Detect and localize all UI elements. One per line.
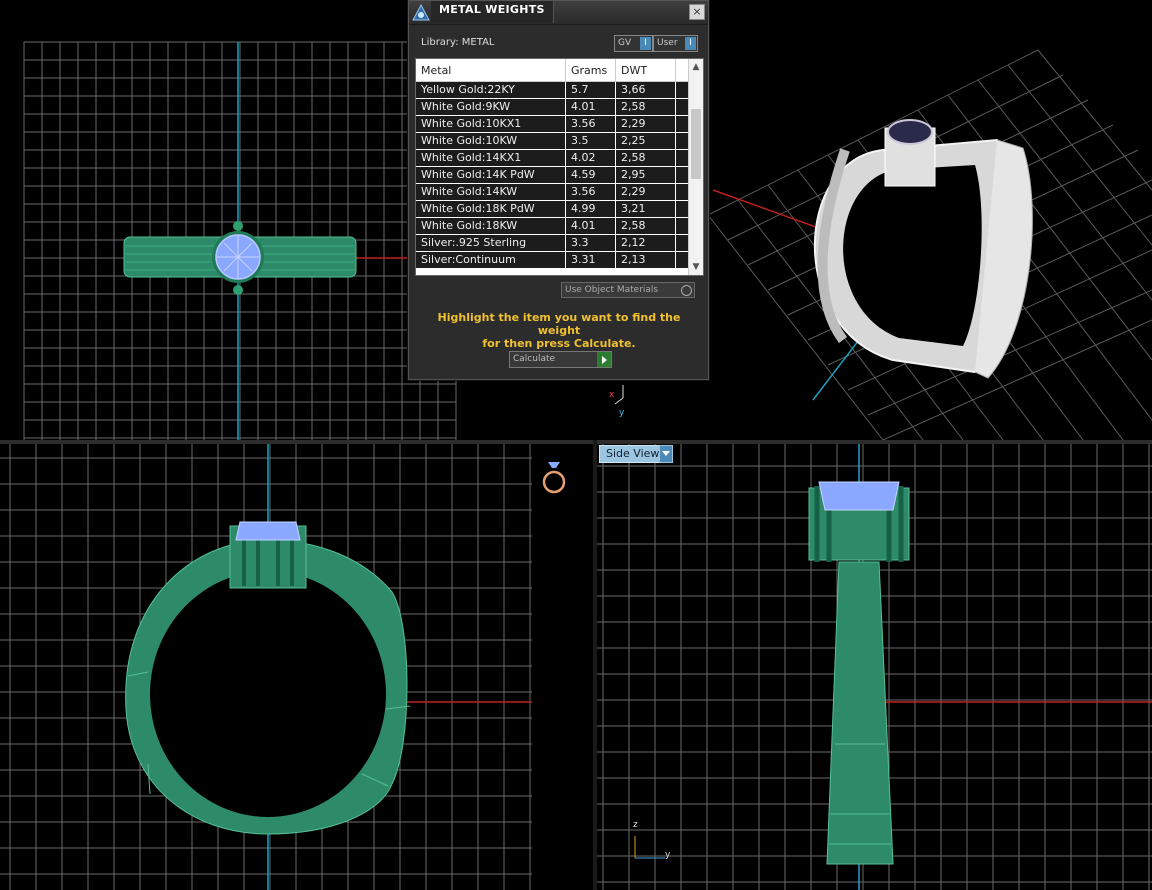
close-button[interactable]: ×: [689, 4, 705, 20]
side-axis-tripod: [634, 836, 665, 859]
calculate-label: Calculate: [513, 354, 556, 364]
cell-dwt: 2,25: [621, 134, 646, 147]
viewport-front-canvas: [0, 444, 532, 890]
cell-metal: White Gold:14K PdW: [421, 168, 535, 181]
gv-toggle-label: GV: [618, 38, 632, 48]
table-row[interactable]: Silver:Continuum 3.31 2,13: [416, 252, 689, 268]
table-row[interactable]: Silver:.925 Sterling 3.3 2,12: [416, 235, 689, 251]
instruction-line-2: for then press Calculate.: [482, 337, 636, 350]
cell-dwt: 2,29: [621, 185, 646, 198]
metal-table[interactable]: Metal Grams DWT Yellow Gold:22KY 5.7 3,66 …: [415, 58, 704, 276]
gv-toggle[interactable]: GV I: [614, 35, 653, 52]
viewport-splitter-vertical[interactable]: [593, 440, 597, 890]
cell-metal: White Gold:10KX1: [421, 117, 522, 130]
front-ring: [125, 521, 411, 835]
ring-thumbnail-icon: [542, 462, 566, 494]
cell-dwt: 2,58: [621, 151, 646, 164]
calculate-button[interactable]: Calculate: [509, 351, 612, 368]
cell-metal: Yellow Gold:22KY: [421, 83, 515, 96]
cell-metal: Silver:Continuum: [421, 253, 516, 266]
table-row[interactable]: White Gold:10KX1 3.56 2,29: [416, 116, 689, 132]
gv-toggle-knob: I: [640, 37, 651, 50]
cell-metal: White Gold:9KW: [421, 100, 511, 113]
side-axis-y-label: y: [665, 850, 671, 860]
side-ring: [808, 481, 910, 865]
cell-dwt: 2,58: [621, 100, 646, 113]
cell-grams: 4.02: [571, 151, 596, 164]
cell-dwt: 2,13: [621, 253, 646, 266]
table-row[interactable]: White Gold:9KW 4.01 2,58: [416, 99, 689, 115]
table-row[interactable]: White Gold:14KW 3.56 2,29: [416, 184, 689, 200]
instruction-line-1: Highlight the item you want to find the …: [437, 311, 681, 337]
viewport-front[interactable]: [0, 444, 593, 890]
side-axis-z-label: z: [633, 820, 638, 830]
persp-axis-x-label: x: [609, 390, 615, 400]
persp-ring: [813, 119, 1033, 379]
user-toggle-label: User: [657, 38, 678, 48]
cell-grams: 4.01: [571, 100, 596, 113]
instruction-text: Highlight the item you want to find the …: [423, 311, 695, 350]
table-row[interactable]: Yellow Gold:22KY 5.7 3,66: [416, 82, 689, 98]
use-object-materials-label: Use Object Materials: [565, 285, 659, 295]
scroll-up-icon[interactable]: ▲: [689, 60, 703, 74]
metal-table-header: Metal Grams DWT: [416, 59, 689, 82]
use-object-materials-toggle[interactable]: Use Object Materials: [561, 282, 695, 298]
cell-dwt: 2,95: [621, 168, 646, 181]
play-arrow-icon: [597, 352, 611, 367]
metal-weights-dialog: METAL WEIGHTS × Library: METAL GV I User…: [408, 0, 709, 380]
scroll-down-icon[interactable]: ▼: [689, 260, 703, 274]
cell-grams: 4.59: [571, 168, 596, 181]
triangle-logo-icon: [412, 3, 430, 21]
cell-metal: White Gold:18K PdW: [421, 202, 535, 215]
cell-grams: 5.7: [571, 83, 589, 96]
scroll-thumb[interactable]: [691, 109, 701, 179]
column-header-dwt[interactable]: DWT: [621, 64, 647, 77]
table-scrollbar[interactable]: ▲ ▼: [688, 59, 703, 275]
cell-dwt: 2,29: [621, 117, 646, 130]
viewport-side[interactable]: Side View z y: [597, 444, 1152, 890]
cell-dwt: 3,66: [621, 83, 646, 96]
table-row[interactable]: White Gold:18K PdW 4.99 3,21: [416, 201, 689, 217]
cell-grams: 3.31: [571, 253, 596, 266]
cell-metal: Silver:.925 Sterling: [421, 236, 527, 249]
table-row[interactable]: White Gold:14K PdW 4.59 2,95: [416, 167, 689, 183]
column-header-grams[interactable]: Grams: [571, 64, 607, 77]
user-toggle-knob: I: [685, 37, 696, 50]
side-view-label[interactable]: Side View: [599, 445, 667, 463]
cell-grams: 3.56: [571, 185, 596, 198]
table-row[interactable]: White Gold:14KX1 4.02 2,58: [416, 150, 689, 166]
persp-axis-y-label: y: [619, 408, 625, 418]
metal-table-rows: Yellow Gold:22KY 5.7 3,66 White Gold:9KW 4.…: [416, 82, 689, 269]
cell-grams: 3.3: [571, 236, 589, 249]
cell-metal: White Gold:14KX1: [421, 151, 522, 164]
table-row[interactable]: White Gold:18KW 4.01 2,58: [416, 218, 689, 234]
radio-circle-icon: [681, 285, 692, 296]
cell-dwt: 2,58: [621, 219, 646, 232]
dialog-title: METAL WEIGHTS: [439, 3, 545, 16]
persp-axis-tripod: [614, 385, 624, 405]
cell-metal: White Gold:10KW: [421, 134, 518, 147]
cell-metal: White Gold:14KW: [421, 185, 518, 198]
library-label: Library: METAL: [421, 37, 495, 48]
cell-dwt: 2,12: [621, 236, 646, 249]
dialog-titlebar[interactable]: METAL WEIGHTS ×: [409, 1, 708, 25]
cell-grams: 4.01: [571, 219, 596, 232]
cell-grams: 3.56: [571, 117, 596, 130]
column-header-metal[interactable]: Metal: [421, 64, 451, 77]
table-row[interactable]: White Gold:10KW 3.5 2,25: [416, 133, 689, 149]
user-toggle[interactable]: User I: [653, 35, 698, 52]
cell-grams: 4.99: [571, 202, 596, 215]
cell-metal: White Gold:18KW: [421, 219, 518, 232]
viewport-splitter-horizontal[interactable]: [0, 440, 1152, 444]
viewport-side-canvas: [597, 444, 1152, 890]
cell-dwt: 3,21: [621, 202, 646, 215]
cell-grams: 3.5: [571, 134, 589, 147]
chevron-down-icon[interactable]: [659, 445, 673, 463]
